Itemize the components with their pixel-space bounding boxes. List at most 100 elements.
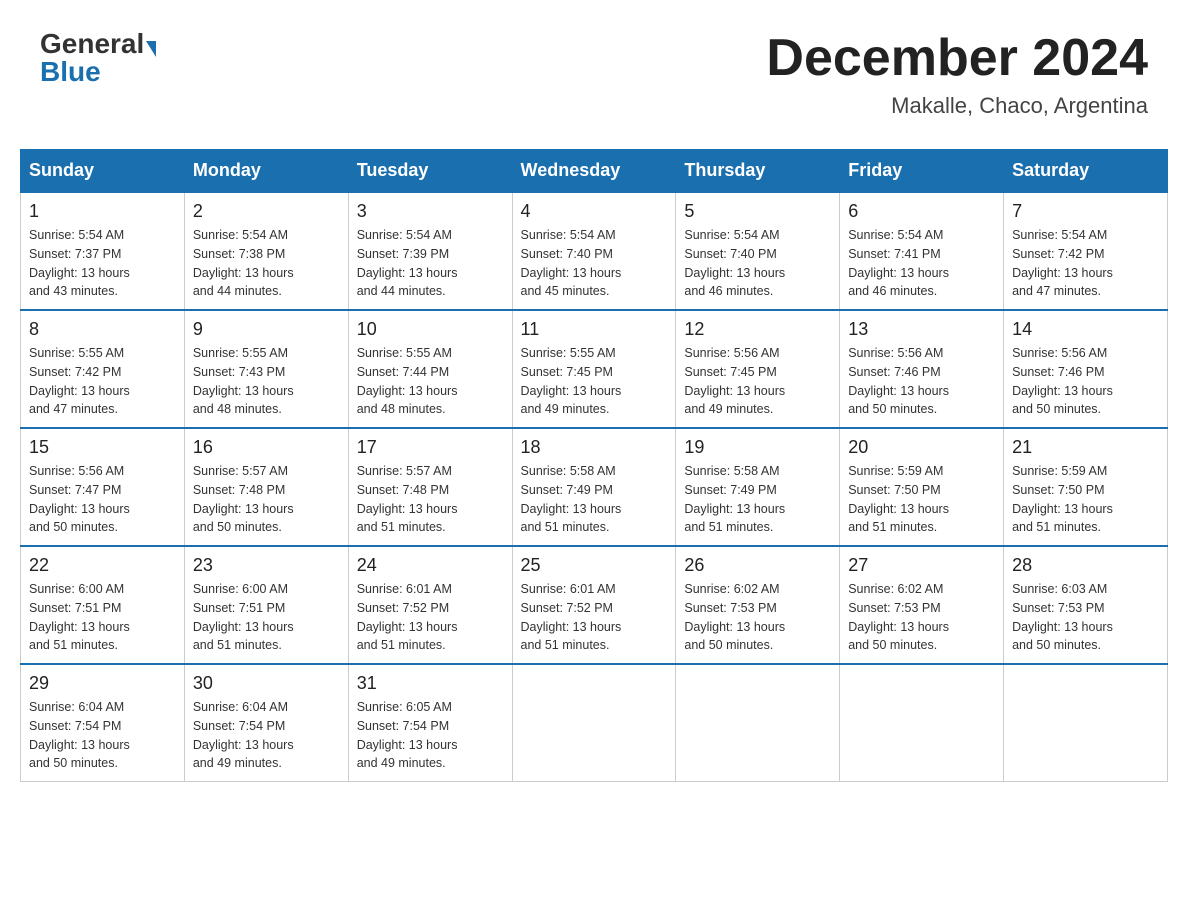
day-info: Sunrise: 6:04 AM Sunset: 7:54 PM Dayligh…	[193, 698, 340, 773]
day-info: Sunrise: 5:56 AM Sunset: 7:47 PM Dayligh…	[29, 462, 176, 537]
calendar-cell: 12 Sunrise: 5:56 AM Sunset: 7:45 PM Dayl…	[676, 310, 840, 428]
weekday-header: Saturday	[1004, 150, 1168, 193]
day-number: 23	[193, 555, 340, 576]
calendar-cell: 9 Sunrise: 5:55 AM Sunset: 7:43 PM Dayli…	[184, 310, 348, 428]
day-info: Sunrise: 5:56 AM Sunset: 7:46 PM Dayligh…	[848, 344, 995, 419]
weekday-header: Thursday	[676, 150, 840, 193]
weekday-header: Monday	[184, 150, 348, 193]
calendar-cell: 2 Sunrise: 5:54 AM Sunset: 7:38 PM Dayli…	[184, 192, 348, 310]
day-info: Sunrise: 5:57 AM Sunset: 7:48 PM Dayligh…	[357, 462, 504, 537]
day-number: 30	[193, 673, 340, 694]
day-info: Sunrise: 5:58 AM Sunset: 7:49 PM Dayligh…	[521, 462, 668, 537]
calendar-week-row: 22 Sunrise: 6:00 AM Sunset: 7:51 PM Dayl…	[21, 546, 1168, 664]
calendar-cell: 21 Sunrise: 5:59 AM Sunset: 7:50 PM Dayl…	[1004, 428, 1168, 546]
calendar-cell: 20 Sunrise: 5:59 AM Sunset: 7:50 PM Dayl…	[840, 428, 1004, 546]
day-number: 8	[29, 319, 176, 340]
day-info: Sunrise: 5:55 AM Sunset: 7:43 PM Dayligh…	[193, 344, 340, 419]
day-info: Sunrise: 6:03 AM Sunset: 7:53 PM Dayligh…	[1012, 580, 1159, 655]
day-info: Sunrise: 6:00 AM Sunset: 7:51 PM Dayligh…	[193, 580, 340, 655]
calendar-cell: 11 Sunrise: 5:55 AM Sunset: 7:45 PM Dayl…	[512, 310, 676, 428]
day-number: 6	[848, 201, 995, 222]
day-info: Sunrise: 5:54 AM Sunset: 7:38 PM Dayligh…	[193, 226, 340, 301]
day-number: 28	[1012, 555, 1159, 576]
day-info: Sunrise: 6:01 AM Sunset: 7:52 PM Dayligh…	[357, 580, 504, 655]
day-number: 12	[684, 319, 831, 340]
calendar-cell: 18 Sunrise: 5:58 AM Sunset: 7:49 PM Dayl…	[512, 428, 676, 546]
day-number: 16	[193, 437, 340, 458]
day-info: Sunrise: 5:54 AM Sunset: 7:41 PM Dayligh…	[848, 226, 995, 301]
calendar-cell: 28 Sunrise: 6:03 AM Sunset: 7:53 PM Dayl…	[1004, 546, 1168, 664]
day-info: Sunrise: 5:56 AM Sunset: 7:46 PM Dayligh…	[1012, 344, 1159, 419]
logo-triangle-icon	[146, 41, 156, 57]
calendar-cell: 13 Sunrise: 5:56 AM Sunset: 7:46 PM Dayl…	[840, 310, 1004, 428]
day-number: 17	[357, 437, 504, 458]
calendar-cell: 29 Sunrise: 6:04 AM Sunset: 7:54 PM Dayl…	[21, 664, 185, 782]
day-info: Sunrise: 5:54 AM Sunset: 7:37 PM Dayligh…	[29, 226, 176, 301]
calendar-cell: 24 Sunrise: 6:01 AM Sunset: 7:52 PM Dayl…	[348, 546, 512, 664]
day-number: 24	[357, 555, 504, 576]
day-info: Sunrise: 6:05 AM Sunset: 7:54 PM Dayligh…	[357, 698, 504, 773]
page-header: General Blue December 2024 Makalle, Chac…	[20, 20, 1168, 129]
day-number: 26	[684, 555, 831, 576]
day-info: Sunrise: 5:57 AM Sunset: 7:48 PM Dayligh…	[193, 462, 340, 537]
calendar-cell: 3 Sunrise: 5:54 AM Sunset: 7:39 PM Dayli…	[348, 192, 512, 310]
day-info: Sunrise: 6:04 AM Sunset: 7:54 PM Dayligh…	[29, 698, 176, 773]
day-number: 21	[1012, 437, 1159, 458]
day-number: 1	[29, 201, 176, 222]
day-number: 27	[848, 555, 995, 576]
day-number: 7	[1012, 201, 1159, 222]
calendar-cell: 17 Sunrise: 5:57 AM Sunset: 7:48 PM Dayl…	[348, 428, 512, 546]
calendar-cell	[676, 664, 840, 782]
calendar-week-row: 29 Sunrise: 6:04 AM Sunset: 7:54 PM Dayl…	[21, 664, 1168, 782]
day-number: 29	[29, 673, 176, 694]
calendar-week-row: 15 Sunrise: 5:56 AM Sunset: 7:47 PM Dayl…	[21, 428, 1168, 546]
day-number: 11	[521, 319, 668, 340]
weekday-header: Tuesday	[348, 150, 512, 193]
day-number: 13	[848, 319, 995, 340]
day-number: 22	[29, 555, 176, 576]
day-number: 14	[1012, 319, 1159, 340]
calendar-cell	[512, 664, 676, 782]
day-info: Sunrise: 5:58 AM Sunset: 7:49 PM Dayligh…	[684, 462, 831, 537]
day-info: Sunrise: 5:59 AM Sunset: 7:50 PM Dayligh…	[1012, 462, 1159, 537]
day-info: Sunrise: 6:02 AM Sunset: 7:53 PM Dayligh…	[848, 580, 995, 655]
calendar-table: SundayMondayTuesdayWednesdayThursdayFrid…	[20, 149, 1168, 782]
day-number: 9	[193, 319, 340, 340]
calendar-subtitle: Makalle, Chaco, Argentina	[766, 93, 1148, 119]
day-number: 20	[848, 437, 995, 458]
day-info: Sunrise: 5:55 AM Sunset: 7:45 PM Dayligh…	[521, 344, 668, 419]
calendar-cell: 19 Sunrise: 5:58 AM Sunset: 7:49 PM Dayl…	[676, 428, 840, 546]
day-number: 31	[357, 673, 504, 694]
day-info: Sunrise: 5:55 AM Sunset: 7:42 PM Dayligh…	[29, 344, 176, 419]
logo: General Blue	[40, 30, 156, 86]
calendar-cell: 22 Sunrise: 6:00 AM Sunset: 7:51 PM Dayl…	[21, 546, 185, 664]
day-info: Sunrise: 5:54 AM Sunset: 7:40 PM Dayligh…	[684, 226, 831, 301]
calendar-cell: 30 Sunrise: 6:04 AM Sunset: 7:54 PM Dayl…	[184, 664, 348, 782]
calendar-cell: 4 Sunrise: 5:54 AM Sunset: 7:40 PM Dayli…	[512, 192, 676, 310]
title-block: December 2024 Makalle, Chaco, Argentina	[766, 30, 1148, 119]
day-info: Sunrise: 6:01 AM Sunset: 7:52 PM Dayligh…	[521, 580, 668, 655]
calendar-header-row: SundayMondayTuesdayWednesdayThursdayFrid…	[21, 150, 1168, 193]
calendar-cell: 7 Sunrise: 5:54 AM Sunset: 7:42 PM Dayli…	[1004, 192, 1168, 310]
day-number: 15	[29, 437, 176, 458]
logo-general-line: General	[40, 30, 156, 58]
day-number: 18	[521, 437, 668, 458]
day-number: 5	[684, 201, 831, 222]
calendar-cell	[840, 664, 1004, 782]
weekday-header: Sunday	[21, 150, 185, 193]
day-info: Sunrise: 5:56 AM Sunset: 7:45 PM Dayligh…	[684, 344, 831, 419]
day-number: 2	[193, 201, 340, 222]
calendar-cell: 27 Sunrise: 6:02 AM Sunset: 7:53 PM Dayl…	[840, 546, 1004, 664]
day-info: Sunrise: 6:02 AM Sunset: 7:53 PM Dayligh…	[684, 580, 831, 655]
calendar-cell: 16 Sunrise: 5:57 AM Sunset: 7:48 PM Dayl…	[184, 428, 348, 546]
day-info: Sunrise: 5:54 AM Sunset: 7:40 PM Dayligh…	[521, 226, 668, 301]
day-number: 25	[521, 555, 668, 576]
calendar-week-row: 1 Sunrise: 5:54 AM Sunset: 7:37 PM Dayli…	[21, 192, 1168, 310]
calendar-title: December 2024	[766, 30, 1148, 87]
day-number: 3	[357, 201, 504, 222]
calendar-cell: 14 Sunrise: 5:56 AM Sunset: 7:46 PM Dayl…	[1004, 310, 1168, 428]
day-info: Sunrise: 5:54 AM Sunset: 7:42 PM Dayligh…	[1012, 226, 1159, 301]
calendar-cell: 10 Sunrise: 5:55 AM Sunset: 7:44 PM Dayl…	[348, 310, 512, 428]
calendar-cell	[1004, 664, 1168, 782]
calendar-cell: 26 Sunrise: 6:02 AM Sunset: 7:53 PM Dayl…	[676, 546, 840, 664]
